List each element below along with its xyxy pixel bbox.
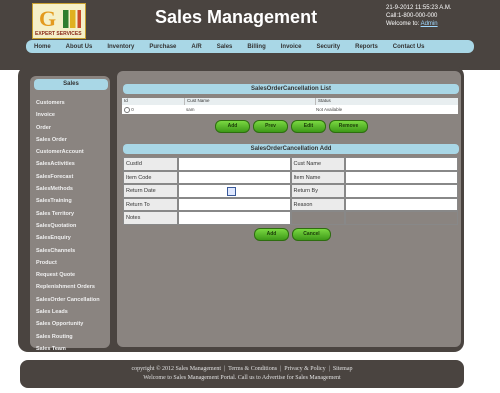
footer: copyright © 2012 Sales Management | Term… xyxy=(20,360,464,388)
cust-name-input[interactable] xyxy=(345,157,458,171)
sidebar-item-salesorder-cancellation[interactable]: SalesOrder Cancellation xyxy=(36,294,100,306)
sidebar-title: Sales xyxy=(34,79,108,90)
form-add-button[interactable]: Add xyxy=(254,228,289,241)
return-date-label: Return Date xyxy=(123,184,178,198)
row-status: Not Available xyxy=(316,107,343,112)
sidebar-item-sales-leads[interactable]: Sales Leads xyxy=(36,306,100,318)
list-panel-title: SalesOrderCancellation List xyxy=(123,84,459,94)
list-prev-button[interactable]: Prev xyxy=(253,120,288,133)
reason-input[interactable] xyxy=(345,197,458,211)
company-logo[interactable]: G EXPERT SERVICES xyxy=(32,3,86,39)
nav-billing[interactable]: Billing xyxy=(247,44,265,50)
return-date-input[interactable] xyxy=(177,184,291,198)
sidebar-list: Customers Invoice Order Sales Order Cust… xyxy=(36,97,100,355)
sidebar-item-product[interactable]: Product xyxy=(36,257,100,269)
sidebar-item-sales-enquiry[interactable]: SalesEnquiry xyxy=(36,232,100,244)
form-cancel-button[interactable]: Cancel xyxy=(292,228,331,241)
row-cust-name: sam xyxy=(186,107,195,112)
sidebar-item-sales-forecast[interactable]: SalesForecast xyxy=(36,171,100,183)
sidebar-item-request-quote[interactable]: Request Quote xyxy=(36,269,100,281)
sidebar-item-sales-team[interactable]: Sales Team xyxy=(36,343,100,355)
sidebar-item-sales-training[interactable]: SalesTraining xyxy=(36,195,100,207)
sidebar-item-invoice[interactable]: Invoice xyxy=(36,109,100,121)
sidebar-item-sales-activities[interactable]: SalesActivities xyxy=(36,158,100,170)
list-remove-button[interactable]: Remove xyxy=(329,120,368,133)
col-cust-name[interactable]: Cust Name xyxy=(185,98,316,105)
nav-about-us[interactable]: About Us xyxy=(66,44,93,50)
sidebar-item-customers[interactable]: Customers xyxy=(36,97,100,109)
list-add-button[interactable]: Add xyxy=(215,120,250,133)
footer-link-sitemap[interactable]: Sitemap xyxy=(333,366,353,372)
logo-g-icon: G xyxy=(39,6,57,31)
nav-purchase[interactable]: Purchase xyxy=(149,44,176,50)
sidebar-item-sales-territory[interactable]: Sales Territory xyxy=(36,208,100,220)
sidebar-item-sales-quotation[interactable]: SalesQuotation xyxy=(36,220,100,232)
return-by-label: Return By xyxy=(290,184,346,198)
main-nav: Home About Us Inventory Purchase A/R Sal… xyxy=(26,40,474,53)
logo-bars-icon xyxy=(63,10,81,28)
return-to-label: Return To xyxy=(123,197,178,211)
reason-label: Reason xyxy=(290,197,346,211)
cust-name-label: Cust Name xyxy=(290,157,346,171)
col-status[interactable]: Status xyxy=(316,98,458,105)
footer-link-privacy[interactable]: Privacy & Policy xyxy=(284,366,325,372)
custid-input[interactable] xyxy=(177,157,291,171)
item-code-input[interactable] xyxy=(177,170,291,184)
app-title: Sales Management xyxy=(155,7,318,27)
item-code-label: Item Code xyxy=(123,170,178,184)
return-by-input[interactable] xyxy=(345,184,458,198)
row-select-radio-icon[interactable] xyxy=(124,106,130,113)
custid-label: CustId xyxy=(123,157,178,171)
sidebar-item-sales-channels[interactable]: SalesChannels xyxy=(36,245,100,257)
datetime: 21-9-2012 11:55:23 A.M. xyxy=(386,5,452,11)
nav-ar[interactable]: A/R xyxy=(191,44,201,50)
sidebar-item-sales-methods[interactable]: SalesMethods xyxy=(36,183,100,195)
footer-link-terms[interactable]: Terms & Conditions xyxy=(228,366,277,372)
calendar-icon[interactable] xyxy=(226,187,236,196)
sidebar-item-sales-routing[interactable]: Sales Routing xyxy=(36,331,100,343)
nav-sales[interactable]: Sales xyxy=(217,44,233,50)
list-edit-button[interactable]: Edit xyxy=(291,120,326,133)
header-info: 21-9-2012 11:55:23 A.M. Call:1-800-000-0… xyxy=(386,4,452,28)
table-row[interactable]: 0 sam Not Available xyxy=(122,105,458,114)
welcome-text: Welcome to: xyxy=(386,21,420,27)
welcome-user-link[interactable]: Admin xyxy=(421,21,438,27)
row-id: 0 xyxy=(131,106,134,112)
nav-inventory[interactable]: Inventory xyxy=(107,44,134,50)
nav-home[interactable]: Home xyxy=(34,44,51,50)
footer-tagline: Welcome to Sales Management Portal. Call… xyxy=(143,375,341,381)
logo-text: EXPERT SERVICES xyxy=(35,31,82,37)
copyright-text: copyright © 2012 Sales Management xyxy=(131,366,222,372)
col-id[interactable]: Id xyxy=(122,98,185,105)
nav-contact-us[interactable]: Contact Us xyxy=(393,44,425,50)
sidebar-item-sales-opportunity[interactable]: Sales Opportunity xyxy=(36,318,100,330)
empty-cell xyxy=(290,211,346,225)
sidebar-item-customer-account[interactable]: CustomerAccount xyxy=(36,146,100,158)
notes-input[interactable] xyxy=(177,211,291,225)
sidebar-item-replenishment-orders[interactable]: Replenishment Orders xyxy=(36,281,100,293)
nav-invoice[interactable]: Invoice xyxy=(281,44,302,50)
notes-label: Notes xyxy=(123,211,178,225)
call-number: Call:1-800-000-000 xyxy=(386,13,438,19)
item-name-input[interactable] xyxy=(345,170,458,184)
empty-cell xyxy=(345,211,458,225)
item-name-label: Item Name xyxy=(290,170,346,184)
return-to-input[interactable] xyxy=(177,197,291,211)
cancellation-add-form: CustId Cust Name Item Code Item Name Ret… xyxy=(123,157,458,225)
grid-header: Id Cust Name Status xyxy=(122,98,458,105)
sidebar-item-sales-order[interactable]: Sales Order xyxy=(36,134,100,146)
form-panel-title: SalesOrderCancellation Add xyxy=(123,144,459,154)
nav-reports[interactable]: Reports xyxy=(355,44,378,50)
nav-security[interactable]: Security xyxy=(316,44,340,50)
sidebar-item-order[interactable]: Order xyxy=(36,122,100,134)
cancellation-list-grid: Id Cust Name Status 0 sam Not Available xyxy=(122,98,458,114)
